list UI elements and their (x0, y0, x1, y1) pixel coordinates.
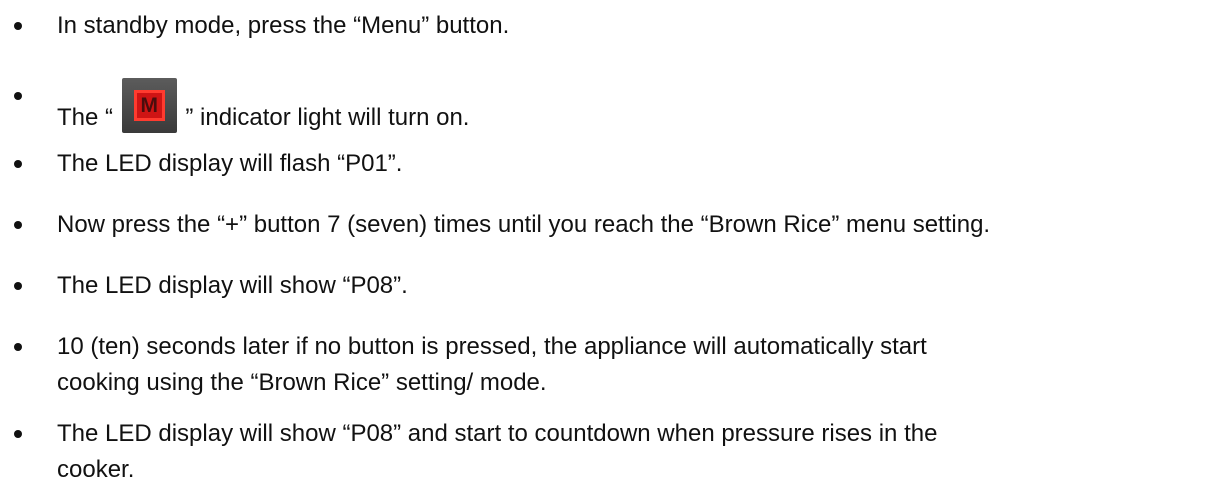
item-text-line-2: cooking using the “Brown Rice” setting/ … (57, 369, 547, 396)
item-text-after: ” indicator light will turn on. (178, 104, 470, 131)
bullet-icon (14, 282, 22, 290)
item-text: The “ M ” indicator light will turn on. (57, 78, 469, 136)
menu-indicator-icon: M (121, 78, 177, 133)
indicator-glyph: M (140, 94, 158, 117)
item-text-before: The “ (57, 104, 120, 131)
indicator-light: M (133, 90, 165, 121)
item-text-line-1: The LED display will show “P08” and star… (57, 420, 938, 447)
bullet-icon (14, 430, 22, 438)
item-text-line-2: cooker. (57, 456, 135, 483)
bullet-icon (14, 343, 22, 351)
item-text: The LED display will flash “P01”. (57, 150, 403, 177)
bullet-icon (14, 160, 22, 168)
item-text: The LED display will show “P08”. (57, 272, 408, 299)
bullet-icon (14, 221, 22, 229)
item-text-line-1: 10 (ten) seconds later if no button is p… (57, 333, 927, 360)
item-text: Now press the “+” button 7 (seven) times… (57, 211, 991, 238)
bullet-icon (14, 22, 22, 30)
item-text: In standby mode, press the “Menu” button… (57, 12, 510, 39)
bullet-icon (14, 92, 22, 100)
